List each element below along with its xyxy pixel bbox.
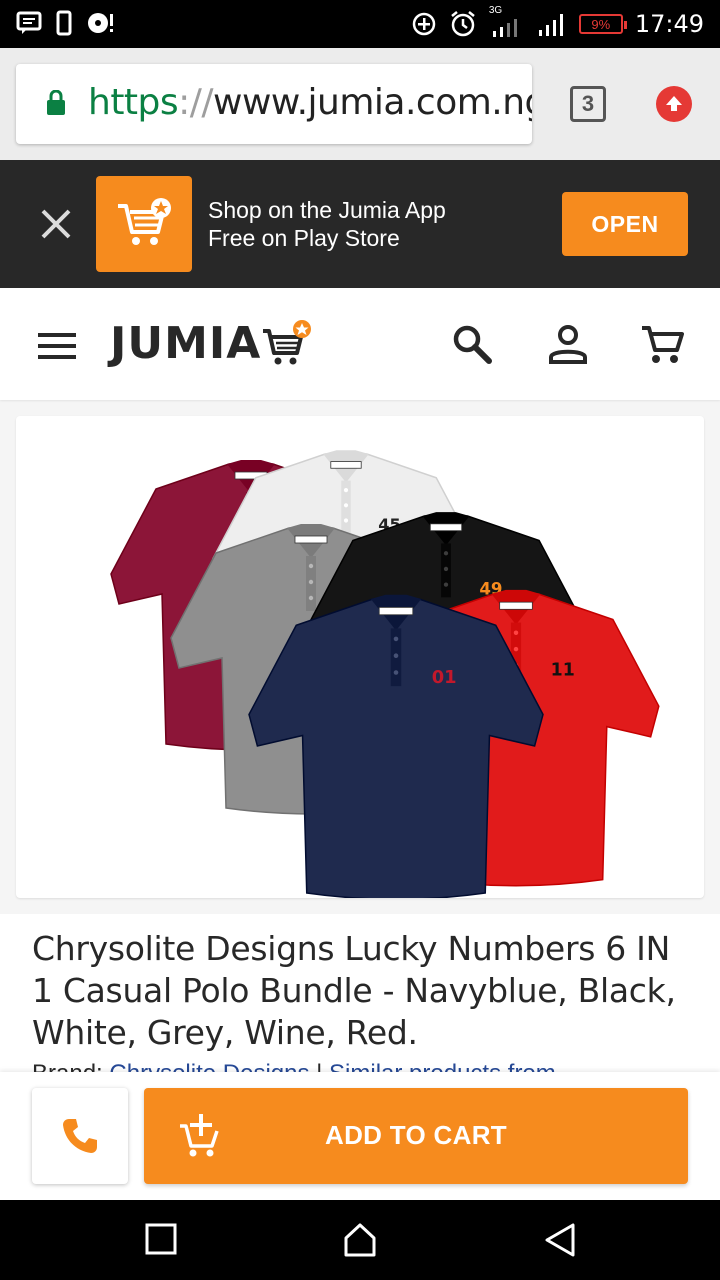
account-icon[interactable] xyxy=(548,324,588,364)
product-image[interactable]: 274599491101 xyxy=(16,416,704,901)
clock: 17:49 xyxy=(634,10,704,38)
product-info: Chrysolite Designs Lucky Numbers 6 IN 1 … xyxy=(0,914,720,1074)
banner-title: Shop on the Jumia App xyxy=(208,197,446,223)
jumia-logo[interactable]: JUMIA xyxy=(110,318,313,369)
arrow-up-icon xyxy=(666,96,682,111)
tab-switcher-button[interactable]: 3 xyxy=(570,86,606,122)
shirt-number: 01 xyxy=(432,667,457,688)
close-icon[interactable] xyxy=(38,206,74,242)
banner-subtitle: Free on Play Store xyxy=(208,225,400,251)
url-separator: :// xyxy=(178,82,214,123)
call-button[interactable] xyxy=(32,1088,128,1184)
battery-level: 9% xyxy=(591,16,611,32)
bottom-action-bar: ADD TO CART xyxy=(0,1072,720,1200)
product-image-card[interactable]: 274599491101 xyxy=(16,416,704,901)
add-to-cart-button[interactable]: ADD TO CART xyxy=(144,1088,688,1184)
disc-notification-icon xyxy=(88,13,113,33)
app-install-banner: Shop on the Jumia App Free on Play Store… xyxy=(0,160,720,288)
logo-cart-icon xyxy=(263,319,312,364)
menu-icon[interactable] xyxy=(38,332,76,360)
add-to-cart-label: ADD TO CART xyxy=(325,1120,507,1150)
search-icon[interactable] xyxy=(452,324,492,364)
signal-icon xyxy=(492,19,517,37)
browser-toolbar: https://www.jumia.com.ng 3 xyxy=(0,48,720,160)
open-app-button[interactable]: OPEN xyxy=(562,192,688,256)
cart-icon[interactable] xyxy=(640,324,684,366)
update-button[interactable] xyxy=(656,86,692,122)
shopping-cart-star-icon xyxy=(118,198,171,245)
message-notification-icon xyxy=(16,11,42,34)
recent-apps-icon[interactable] xyxy=(144,1222,178,1256)
banner-text: Shop on the Jumia App Free on Play Store xyxy=(208,196,446,252)
tab-count: 3 xyxy=(581,91,595,116)
shirt-number: 11 xyxy=(551,661,575,681)
system-nav-bar xyxy=(0,1200,720,1280)
alarm-icon xyxy=(451,11,475,37)
logo-text: JUMIA xyxy=(110,318,262,369)
back-icon[interactable] xyxy=(542,1222,578,1258)
product-title: Chrysolite Designs Lucky Numbers 6 IN 1 … xyxy=(32,929,676,1052)
url-bar[interactable]: https://www.jumia.com.ng xyxy=(16,64,532,144)
url-host: www.jumia.com.ng xyxy=(213,82,532,123)
url-scheme: https xyxy=(88,82,179,123)
url-text[interactable]: https://www.jumia.com.ng xyxy=(88,82,532,123)
network-indicator: 3G xyxy=(489,5,525,39)
phone-notification-icon xyxy=(56,10,72,36)
status-bar: 3G 9% 17:49 xyxy=(0,0,720,48)
add-circle-icon xyxy=(412,12,436,36)
phone-icon xyxy=(63,1119,97,1153)
jumia-app-logo xyxy=(96,176,192,272)
site-header: JUMIA xyxy=(0,288,720,400)
lock-icon xyxy=(47,90,65,115)
home-icon[interactable] xyxy=(342,1222,378,1258)
signal-icon-2 xyxy=(538,14,563,36)
battery-indicator: 9% xyxy=(578,14,627,34)
